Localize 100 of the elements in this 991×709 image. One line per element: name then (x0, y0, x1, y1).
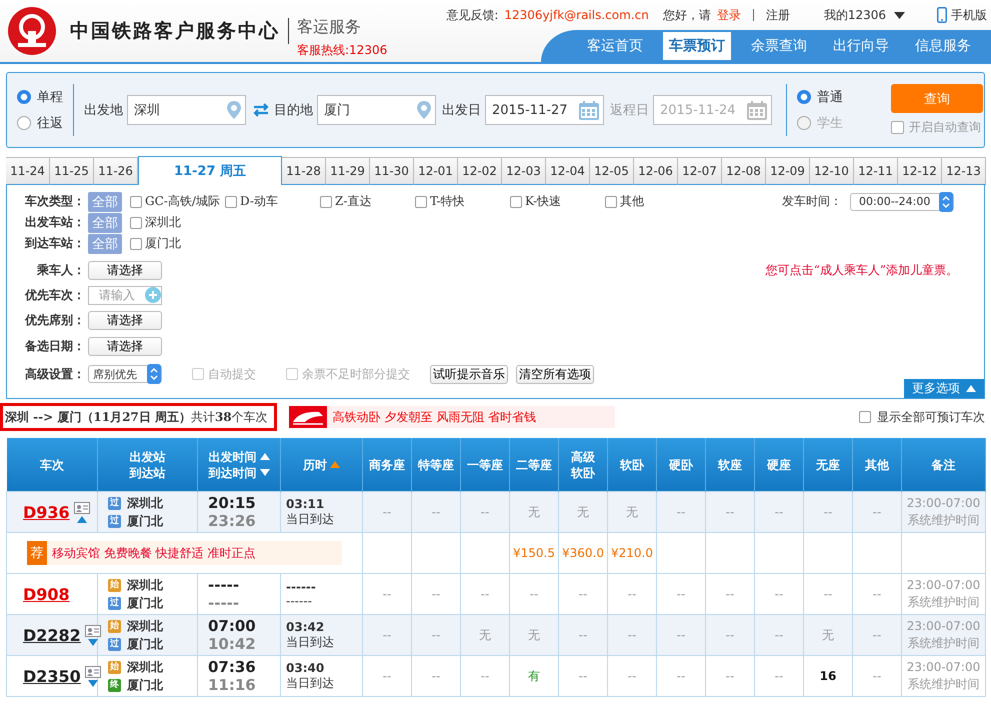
nav-tab[interactable]: 客运首页 (581, 33, 649, 59)
seat-availability[interactable]: -- (676, 669, 686, 683)
option-button[interactable]: 清空所有选项 (516, 364, 594, 384)
date-tab[interactable]: 11-25 (50, 157, 94, 185)
column-header[interactable]: 车次 (6, 438, 98, 492)
column-header[interactable]: 出发时间 到达时间 (198, 438, 280, 492)
seat-availability[interactable]: 无 (822, 628, 834, 642)
passenger-card-icon[interactable] (84, 624, 101, 636)
checkbox[interactable] (891, 121, 904, 134)
feedback-email-link[interactable]: 12306yjfk@rails.com.cn (504, 8, 649, 22)
checkbox[interactable] (225, 196, 237, 208)
radio-button[interactable] (17, 90, 31, 104)
all-filter-tag[interactable]: 全部 (88, 192, 122, 212)
seat-availability[interactable]: -- (872, 669, 882, 683)
seat-availability[interactable]: -- (774, 669, 784, 683)
date-tab[interactable]: 12-02 (458, 157, 502, 185)
select-button[interactable]: 请选择 (88, 310, 162, 330)
all-filter-tag[interactable]: 全部 (88, 212, 122, 232)
column-header[interactable]: 出发站 到达站 (98, 438, 198, 492)
column-header[interactable]: 一等座 (460, 438, 510, 492)
column-header[interactable]: 备注 (902, 438, 986, 492)
seat-availability[interactable]: -- (432, 587, 440, 601)
date-tab[interactable]: 12-08 (722, 157, 766, 185)
seat-availability[interactable]: -- (726, 628, 734, 642)
mobile-version-link[interactable]: 手机版 (951, 6, 987, 24)
checkbox[interactable] (510, 196, 522, 208)
date-tab[interactable]: 12-05 (590, 157, 634, 185)
column-header[interactable]: 软卧 (608, 438, 656, 492)
column-header[interactable]: 无座 (804, 438, 852, 492)
checkbox[interactable] (130, 216, 142, 228)
option-button[interactable]: 试听提示音乐 (430, 364, 508, 384)
checkbox[interactable] (130, 238, 142, 250)
radio-button[interactable] (797, 90, 811, 104)
date-tab[interactable]: 12-12 (898, 157, 942, 185)
seat-availability[interactable]: -- (382, 587, 392, 601)
date-tab[interactable]: 11-26 (94, 157, 138, 185)
seat-availability[interactable]: -- (824, 505, 832, 519)
seat-availability[interactable]: -- (872, 628, 882, 642)
seat-availability[interactable]: -- (530, 587, 538, 601)
my-account-link[interactable]: 我的12306 (824, 6, 886, 24)
date-tab[interactable]: 11-30 (370, 157, 414, 185)
column-header[interactable]: 硬座 (754, 438, 804, 492)
expand-arrow-icon[interactable] (76, 516, 87, 522)
seat-availability[interactable]: -- (726, 505, 734, 519)
column-header[interactable]: 软座 (706, 438, 754, 492)
train-input-field[interactable]: 请输入 (88, 286, 162, 304)
date-tab[interactable]: 12-07 (678, 157, 722, 185)
date-tab[interactable]: 11-29 (326, 157, 370, 185)
column-header[interactable]: 其他 (852, 438, 902, 492)
column-header[interactable]: 硬卧 (656, 438, 706, 492)
seat-availability[interactable]: -- (578, 587, 588, 601)
seat-availability[interactable]: -- (382, 628, 392, 642)
date-tab[interactable]: 12-10 (810, 157, 854, 185)
priority-select[interactable]: 席别优先 (88, 365, 162, 383)
seat-availability[interactable]: -- (382, 669, 392, 683)
passenger-card-icon[interactable] (84, 666, 101, 678)
add-icon[interactable] (145, 287, 161, 303)
register-link[interactable]: 注册 (766, 6, 790, 24)
column-header[interactable]: 历时 (280, 438, 362, 492)
seat-availability[interactable]: -- (578, 669, 588, 683)
from-field[interactable]: 深圳 (127, 95, 246, 125)
to-field[interactable]: 厦门 (317, 95, 436, 125)
nav-tab[interactable]: 车票预订 (663, 32, 731, 60)
date-tab[interactable]: 11-27 周五 (138, 156, 282, 185)
date-field[interactable]: 2015-11-27 (485, 95, 604, 125)
nav-tab[interactable]: 出行向导 (827, 33, 895, 59)
date-tab[interactable]: 12-03 (502, 157, 546, 185)
seat-availability[interactable]: -- (676, 628, 686, 642)
checkbox[interactable] (320, 196, 332, 208)
select-button[interactable]: 请选择 (88, 336, 162, 356)
seat-availability[interactable]: -- (628, 669, 636, 683)
radio-button[interactable] (17, 116, 31, 130)
seat-availability[interactable]: -- (824, 587, 832, 601)
seat-availability[interactable]: -- (480, 669, 490, 683)
passenger-card-icon[interactable] (74, 502, 90, 514)
date-tab[interactable]: 12-11 (854, 157, 898, 185)
seat-availability[interactable]: 有 (528, 668, 540, 682)
expand-arrow-icon[interactable] (88, 638, 98, 646)
nav-tab[interactable]: 信息服务 (909, 33, 977, 59)
checkbox[interactable] (859, 411, 871, 423)
date-tab[interactable]: 12-04 (546, 157, 590, 185)
select-button[interactable]: 请选择 (88, 260, 162, 280)
swap-icon[interactable] (252, 103, 270, 117)
seat-availability[interactable]: -- (726, 669, 734, 683)
column-header[interactable]: 二等座 (510, 438, 558, 492)
seat-availability[interactable]: -- (872, 587, 882, 601)
date-tab[interactable]: 11-28 (282, 157, 326, 185)
checkbox[interactable] (605, 196, 617, 208)
expand-arrow-icon[interactable] (88, 680, 98, 686)
date-tab[interactable]: 11-24 (6, 157, 50, 185)
login-link[interactable]: 登录 (716, 6, 741, 24)
seat-availability[interactable]: 16 (820, 669, 836, 683)
seat-availability[interactable]: 无 (577, 504, 589, 518)
seat-availability[interactable]: -- (676, 505, 686, 519)
date-tab[interactable]: 12-13 (942, 157, 986, 185)
seat-availability[interactable]: -- (726, 587, 734, 601)
seat-availability[interactable]: -- (382, 505, 392, 519)
seat-availability[interactable]: -- (774, 587, 784, 601)
column-header[interactable]: 商务座 (362, 438, 412, 492)
seat-availability[interactable]: -- (774, 628, 784, 642)
